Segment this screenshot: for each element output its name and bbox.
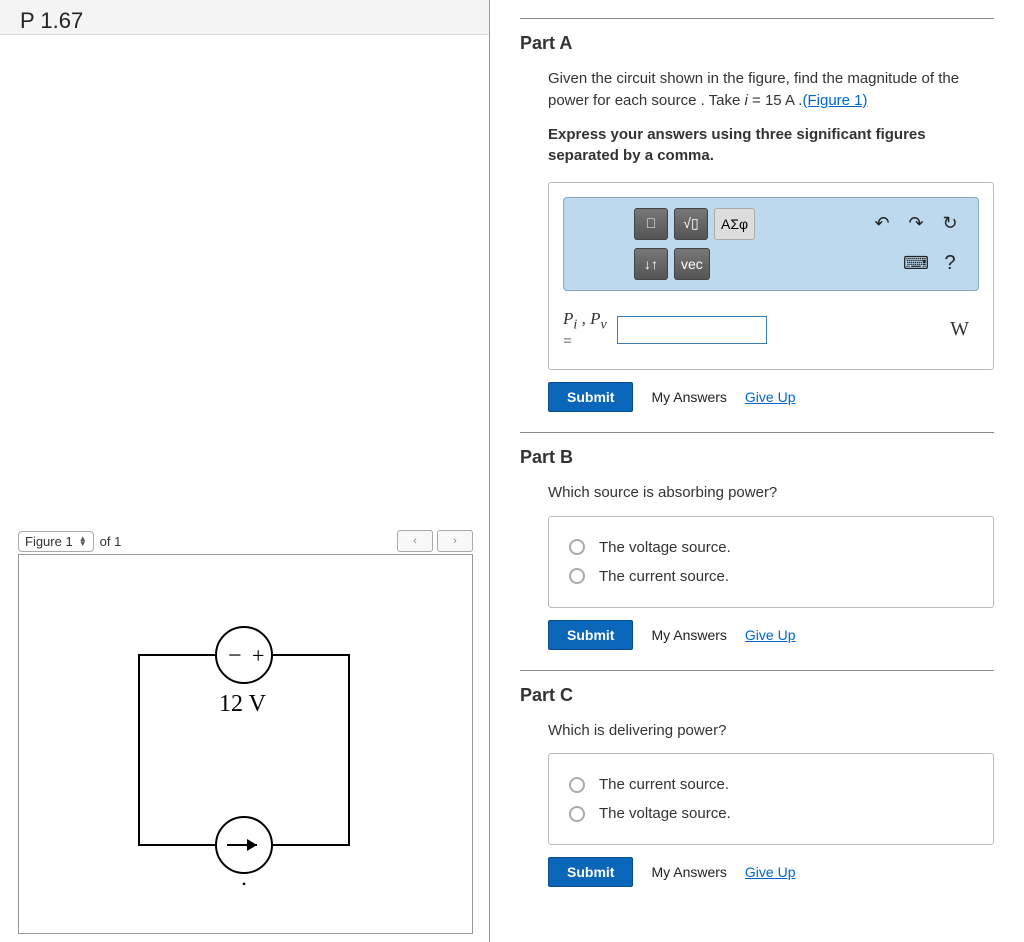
submit-button-a[interactable]: Submit: [548, 382, 633, 412]
submit-button-b[interactable]: Submit: [548, 620, 633, 650]
radio-option-b-1[interactable]: The current source.: [569, 562, 973, 591]
my-answers-label-c[interactable]: My Answers: [651, 864, 726, 880]
figure-stepper-icon[interactable]: ▲▼: [79, 536, 87, 546]
redo-icon[interactable]: ↷: [902, 213, 930, 234]
equals-sign: =: [563, 333, 607, 351]
figure-image: − + 12 V i: [18, 554, 473, 934]
part-b-title: Part B: [520, 447, 994, 468]
submit-row-a: Submit My Answers Give Up: [548, 382, 994, 412]
give-up-link-a[interactable]: Give Up: [745, 389, 796, 405]
figure-prev-button[interactable]: ‹: [397, 530, 433, 552]
help-icon[interactable]: ?: [936, 252, 964, 275]
radical-button[interactable]: √▯: [674, 208, 708, 240]
answer-toolbar: ⎕ √▯ ΑΣφ ↶ ↷ ↻ ↓↑ vec ⌨ ?: [563, 197, 979, 291]
part-c: Part C Which is delivering power? The cu…: [520, 670, 994, 888]
radio-label: The voltage source.: [599, 805, 731, 822]
right-pane: Part A Given the circuit shown in the fi…: [490, 0, 1024, 942]
radio-option-c-1[interactable]: The voltage source.: [569, 799, 973, 828]
vec-button[interactable]: vec: [674, 248, 710, 280]
reset-icon[interactable]: ↻: [936, 213, 964, 234]
keyboard-icon[interactable]: ⌨: [902, 253, 930, 274]
answer-unit: W: [950, 318, 979, 341]
svg-text:+: +: [252, 643, 264, 668]
part-a-given-eq: = 15 A .: [748, 92, 803, 109]
circuit-diagram: − + 12 V i: [119, 605, 369, 885]
radio-icon: [569, 777, 585, 793]
problem-id: P 1.67: [0, 0, 489, 35]
radio-icon: [569, 568, 585, 584]
radio-box-c: The current source. The voltage source.: [548, 753, 994, 845]
figure-count: of 1: [100, 534, 122, 549]
part-c-title: Part C: [520, 685, 994, 706]
template-button[interactable]: ⎕: [634, 208, 668, 240]
submit-button-c[interactable]: Submit: [548, 857, 633, 887]
radio-icon: [569, 806, 585, 822]
radio-icon: [569, 539, 585, 555]
greek-button[interactable]: ΑΣφ: [714, 208, 755, 240]
my-answers-label-a[interactable]: My Answers: [651, 389, 726, 405]
radio-label: The current source.: [599, 776, 729, 793]
submit-row-b: Submit My Answers Give Up: [548, 620, 994, 650]
svg-text:−: −: [228, 643, 242, 669]
submit-row-c: Submit My Answers Give Up: [548, 857, 994, 887]
figure-panel: Figure 1 ▲▼ of 1 ‹ › − + 12 V i: [18, 530, 473, 934]
give-up-link-c[interactable]: Give Up: [745, 864, 796, 880]
radio-option-b-0[interactable]: The voltage source.: [569, 533, 973, 562]
figure-label: Figure 1: [25, 534, 73, 549]
answer-input[interactable]: [617, 316, 767, 344]
part-a-prompt: Given the circuit shown in the figure, f…: [548, 68, 994, 112]
part-a-title: Part A: [520, 33, 994, 54]
figure-next-button[interactable]: ›: [437, 530, 473, 552]
part-c-prompt: Which is delivering power?: [548, 720, 994, 742]
swap-button[interactable]: ↓↑: [634, 248, 668, 280]
answer-variable-label: Pi , Pv: [563, 309, 607, 333]
left-pane: P 1.67 Figure 1 ▲▼ of 1 ‹ › − + 12 V: [0, 0, 490, 942]
give-up-link-b[interactable]: Give Up: [745, 627, 796, 643]
figure-header: Figure 1 ▲▼ of 1 ‹ ›: [18, 530, 473, 552]
voltage-label: 12 V: [219, 691, 267, 717]
radio-box-b: The voltage source. The current source.: [548, 516, 994, 608]
my-answers-label-b[interactable]: My Answers: [651, 627, 726, 643]
radio-label: The current source.: [599, 568, 729, 585]
current-label: i: [239, 877, 246, 885]
figure-selector[interactable]: Figure 1 ▲▼: [18, 531, 94, 552]
radio-option-c-0[interactable]: The current source.: [569, 770, 973, 799]
part-b-prompt: Which source is absorbing power?: [548, 482, 994, 504]
part-a-instruction: Express your answers using three signifi…: [548, 124, 994, 166]
answer-box-a: ⎕ √▯ ΑΣφ ↶ ↷ ↻ ↓↑ vec ⌨ ?: [548, 182, 994, 370]
part-a: Part A Given the circuit shown in the fi…: [520, 18, 994, 412]
undo-icon[interactable]: ↶: [868, 213, 896, 234]
figure-link[interactable]: (Figure 1): [802, 92, 867, 109]
part-b: Part B Which source is absorbing power? …: [520, 432, 994, 650]
answer-input-row: Pi , Pv = W: [563, 309, 979, 351]
radio-label: The voltage source.: [599, 539, 731, 556]
